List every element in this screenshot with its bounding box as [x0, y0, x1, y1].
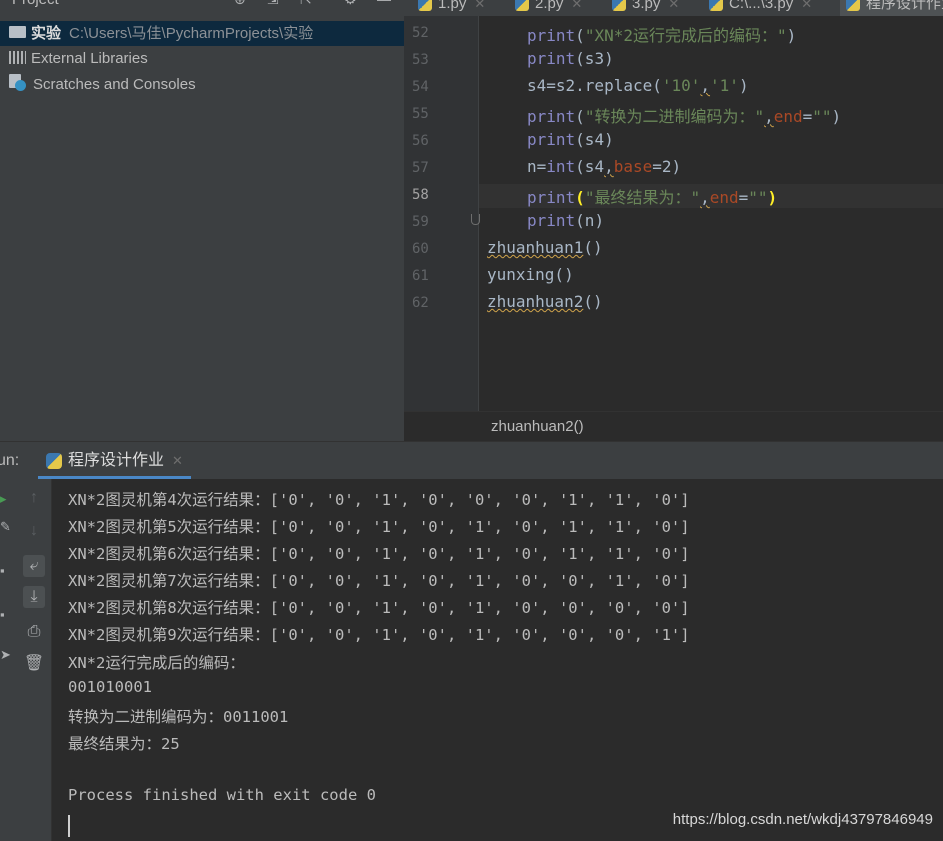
code-line: print("转换为二进制编码为：",end="") [527, 107, 842, 126]
tab-homework[interactable]: 程序设计作业 [840, 0, 943, 16]
code-line: print(s4) [527, 130, 614, 149]
scroll-down-icon[interactable]: ↓ [23, 520, 45, 542]
expand-all-icon[interactable]: ⇲ [267, 0, 279, 8]
print-icon[interactable]: ⎙ [23, 621, 45, 643]
console-line: XN*2图灵机第7次运行结果：['0', '0', '1', '0', '1',… [68, 572, 690, 590]
run-tab[interactable]: 程序设计作业 ✕ [38, 442, 191, 479]
editor-tab-bar: 1.py ✕ 2.py ✕ 3.py ✕ C:\...\3.py ✕ 程序设计作业 [404, 0, 943, 16]
console-output[interactable]: XN*2图灵机第4次运行结果：['0', '0', '1', '0', '0',… [52, 479, 943, 841]
line-number: 53 [412, 52, 429, 68]
wrench-icon[interactable]: ✎ [0, 519, 11, 535]
tab-label: C:\...\3.py [729, 0, 794, 12]
breadcrumb: zhuanhuan2() [404, 411, 943, 441]
pin-icon[interactable]: ➤ [0, 647, 11, 663]
project-header: Project ⊕ ⇲ ⇱ ⚙ — [0, 0, 404, 13]
tab-c-3-py[interactable]: C:\...\3.py ✕ [709, 0, 812, 16]
watermark: https://blog.csdn.net/wkdj43797846949 [672, 811, 933, 828]
code-line-current: print("最终结果为：",end="") [479, 184, 943, 208]
rerun-icon[interactable]: ▸ [0, 491, 8, 507]
collapse-all-icon[interactable]: ⇱ [300, 0, 312, 8]
stop-icon[interactable]: ▪ [0, 563, 8, 578]
console-line: XN*2图灵机第5次运行结果：['0', '0', '1', '0', '1',… [68, 518, 690, 536]
python-file-icon [515, 0, 529, 12]
line-number: 57 [412, 160, 429, 176]
code-line: yunxing() [487, 265, 574, 284]
line-number: 59 [412, 214, 429, 230]
console-line: XN*2图灵机第6次运行结果：['0', '0', '1', '0', '1',… [68, 545, 690, 563]
line-number: 62 [412, 295, 429, 311]
line-number: 56 [412, 133, 429, 149]
tab-1-py[interactable]: 1.py ✕ [418, 0, 485, 16]
folder-icon [9, 26, 26, 39]
run-label: un: [0, 452, 20, 469]
code-line: print(s3) [527, 49, 614, 68]
code-line: zhuanhuan2() [487, 292, 603, 311]
code-line: print("XN*2运行完成后的编码：") [527, 26, 797, 45]
tree-item-label: Scratches and Consoles [33, 76, 196, 93]
console-line: XN*2图灵机第4次运行结果：['0', '0', '1', '0', '0',… [68, 491, 690, 509]
line-number: 52 [412, 25, 429, 41]
fold-icon[interactable] [471, 214, 480, 225]
code-line: print(n) [527, 211, 605, 230]
line-number: 55 [412, 106, 429, 122]
close-icon[interactable]: ✕ [172, 453, 183, 468]
code-line: s4=s2.replace('10','1') [527, 76, 749, 95]
console-exit-line: Process finished with exit code 0 [68, 786, 376, 804]
line-number: 60 [412, 241, 429, 257]
scroll-up-icon[interactable]: ↑ [23, 487, 45, 509]
code-line: n=int(s4,base=2) [527, 157, 682, 176]
gear-icon[interactable]: ⚙ [344, 0, 357, 8]
code-line: zhuanhuan1() [487, 238, 603, 257]
scratches-icon [9, 74, 28, 92]
tree-item-path: C:\Users\马佳\PycharmProjects\实验 [69, 25, 314, 42]
code-editor[interactable]: 52 53 54 55 56 57 58 59 60 61 62 print("… [404, 16, 943, 411]
console-line: XN*2图灵机第8次运行结果：['0', '0', '1', '0', '1',… [68, 599, 690, 617]
console-line: XN*2图灵机第9次运行结果：['0', '0', '1', '0', '1',… [68, 626, 690, 644]
line-number-current: 58 [412, 187, 429, 203]
console-line: 001010001 [68, 678, 152, 696]
close-icon[interactable]: ✕ [801, 0, 812, 11]
python-file-icon [612, 0, 626, 12]
project-panel: Project ⊕ ⇲ ⇱ ⚙ — 实验 C:\Users\马佳\PycharmP… [0, 0, 404, 441]
tab-label: 1.py [438, 0, 467, 12]
line-number-gutter: 52 53 54 55 56 57 58 59 60 61 62 [404, 16, 478, 411]
run-tab-label: 程序设计作业 [68, 452, 165, 469]
close-icon[interactable]: ✕ [571, 0, 582, 11]
tree-item-label: External Libraries [31, 50, 148, 67]
soft-wrap-icon[interactable]: ⤶ [23, 555, 45, 577]
tab-label: 程序设计作业 [866, 0, 943, 12]
tree-item-project-root[interactable]: 实验 C:\Users\马佳\PycharmProjects\实验 [0, 21, 404, 46]
tab-2-py[interactable]: 2.py ✕ [515, 0, 582, 16]
python-file-icon [709, 0, 723, 12]
tree-item-external-libraries[interactable]: External Libraries [0, 46, 404, 71]
line-number: 54 [412, 79, 429, 95]
scroll-to-end-icon[interactable]: ⤓ [23, 586, 45, 608]
library-icon [9, 50, 26, 64]
layout-icon[interactable]: ▪ [0, 607, 8, 622]
python-file-icon [846, 0, 860, 12]
input-caret [68, 815, 70, 837]
trash-icon[interactable]: 🗑 [23, 653, 45, 675]
locate-icon[interactable]: ⊕ [234, 0, 246, 8]
run-toolbar: ↑ ↓ ⤶ ⤓ ⎙ 🗑 [15, 479, 52, 841]
console-line: XN*2运行完成后的编码： [68, 654, 245, 672]
tree-item-scratches[interactable]: Scratches and Consoles [0, 72, 404, 97]
hide-icon[interactable]: — [377, 0, 391, 7]
run-header: un: 程序设计作业 ✕ [0, 441, 943, 479]
close-icon[interactable]: ✕ [668, 0, 679, 11]
tab-label: 3.py [632, 0, 661, 12]
close-icon[interactable]: ✕ [474, 0, 485, 11]
line-number: 61 [412, 268, 429, 284]
breadcrumb-item[interactable]: zhuanhuan2() [491, 418, 584, 435]
console-line: 最终结果为：25 [68, 735, 180, 753]
project-title[interactable]: Project [12, 0, 59, 8]
python-file-icon [418, 0, 432, 12]
console-line: 转换为二进制编码为：0011001 [68, 708, 289, 726]
python-icon [46, 452, 62, 469]
tab-3-py[interactable]: 3.py ✕ [612, 0, 679, 16]
run-side-strip: ▸ ✎ ▪ ▪ ➤ [0, 479, 15, 841]
tree-item-label: 实验 [31, 25, 62, 42]
tab-label: 2.py [535, 0, 564, 12]
